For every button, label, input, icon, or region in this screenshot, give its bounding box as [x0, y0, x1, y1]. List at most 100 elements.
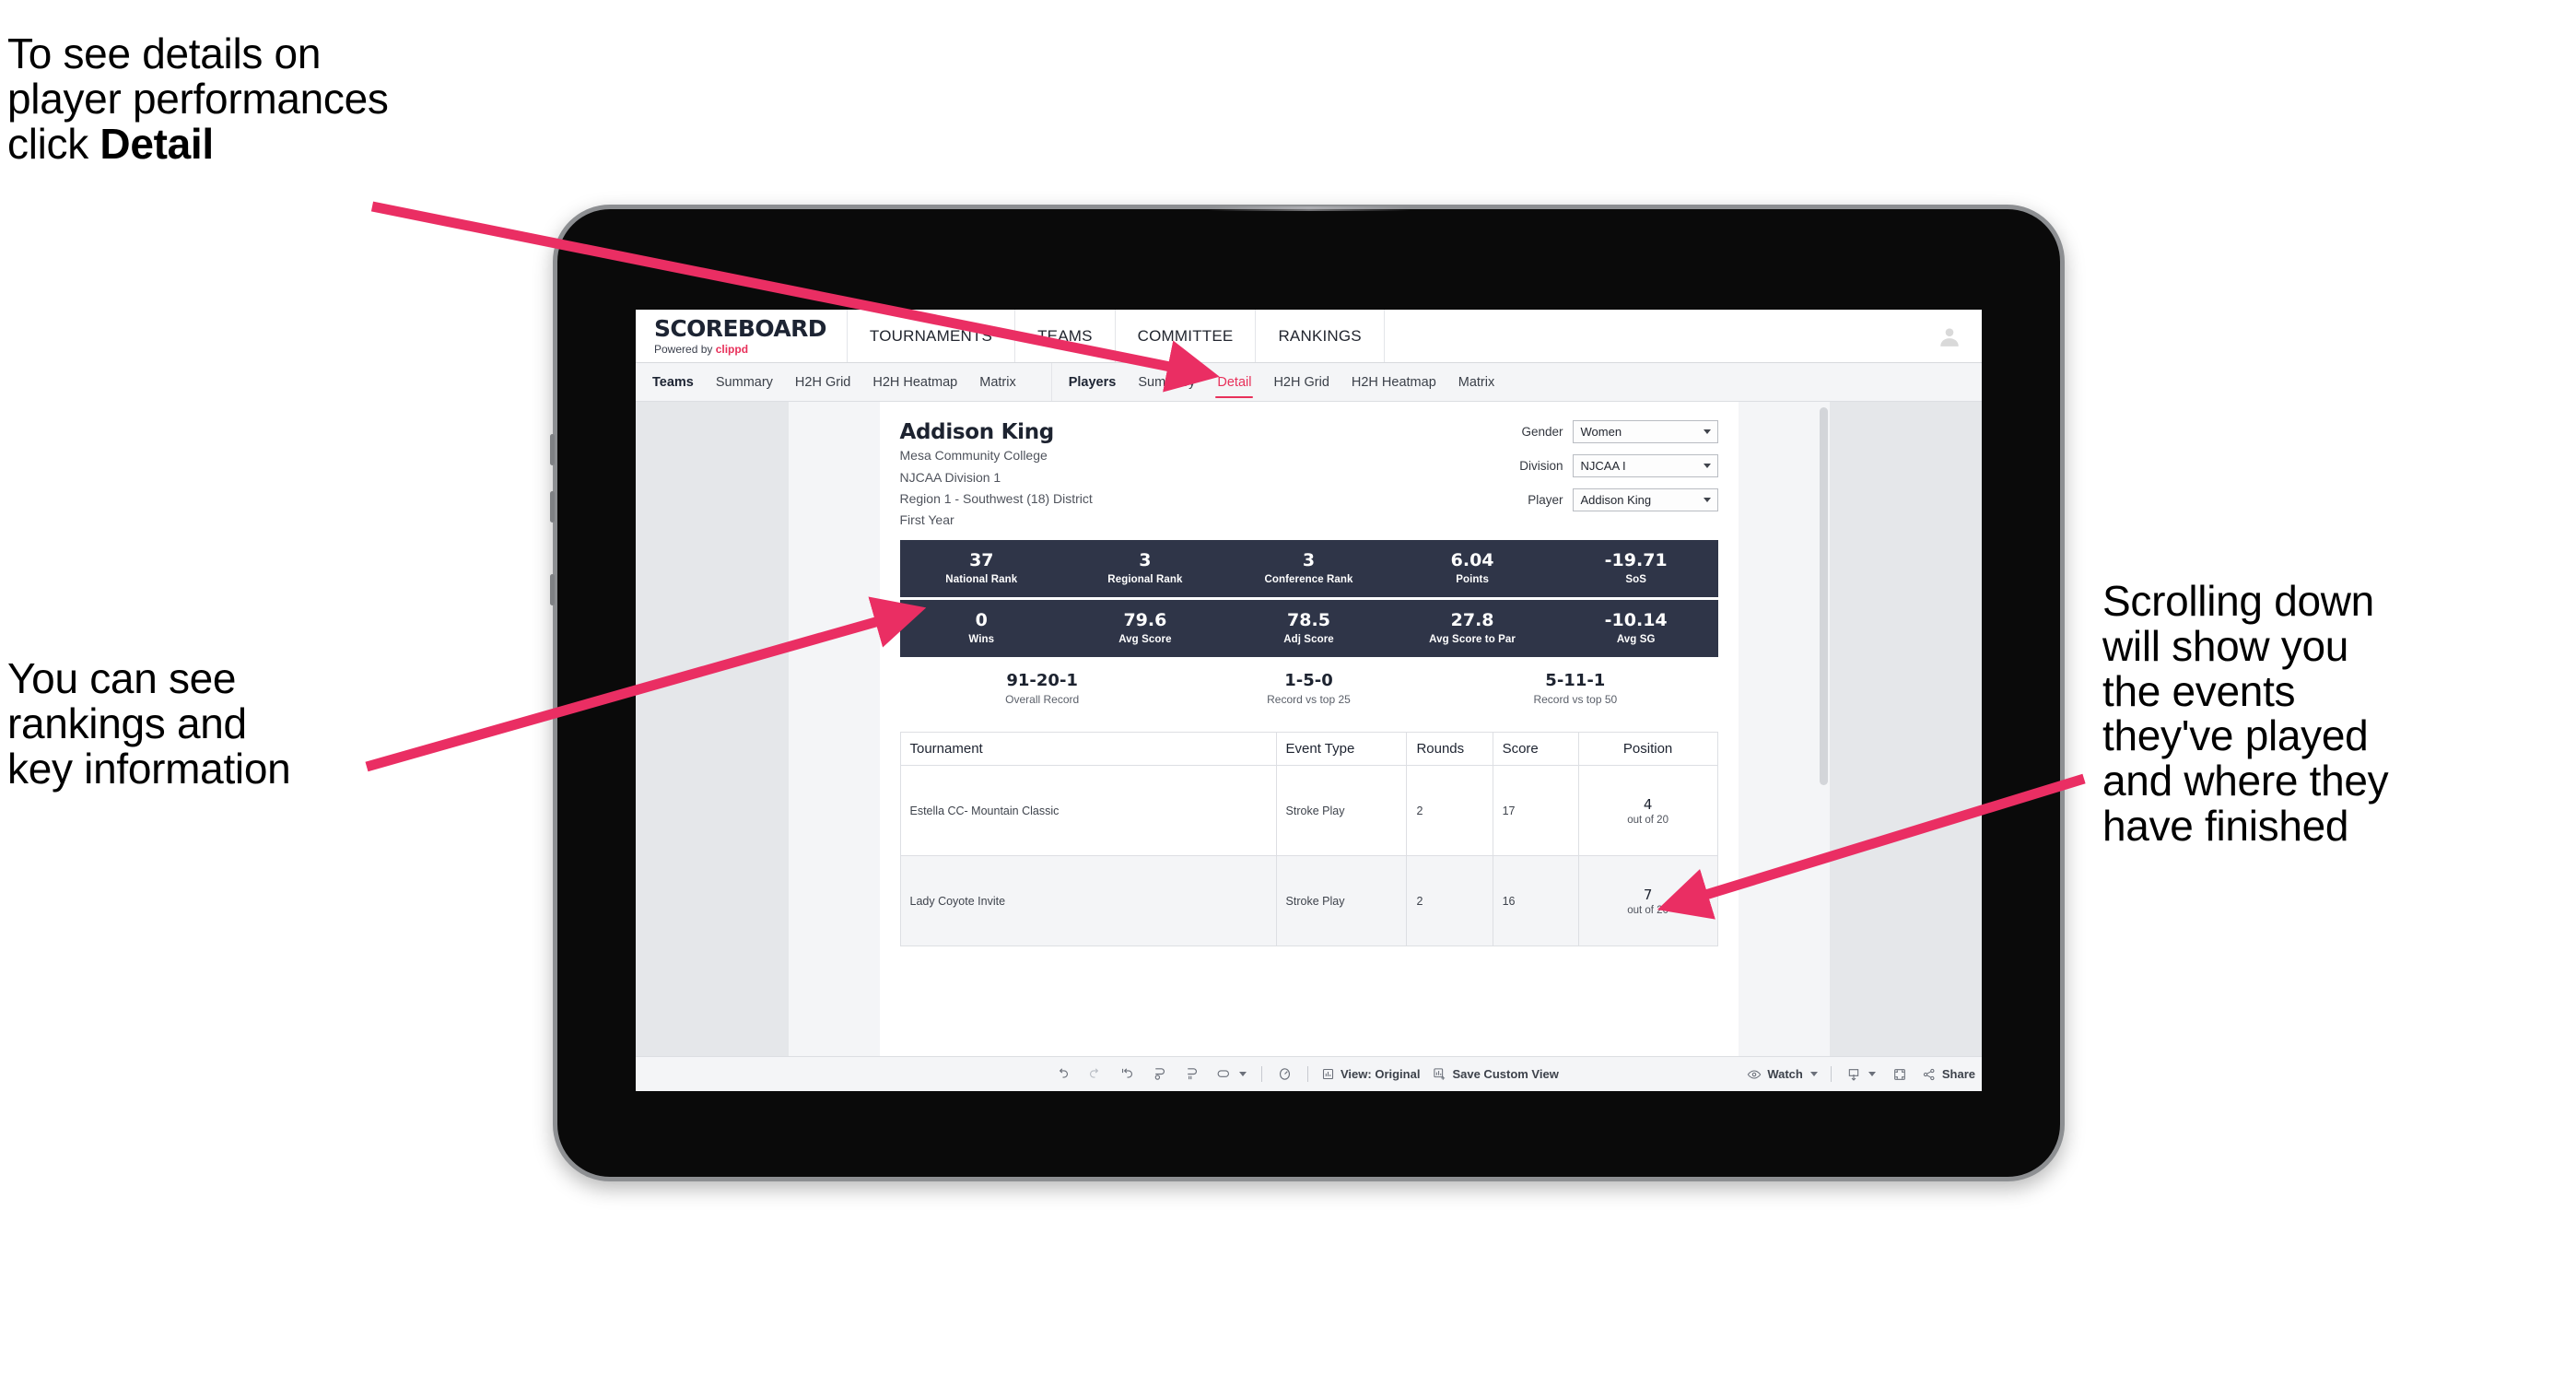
view-icon: [1322, 1068, 1334, 1080]
app-top-nav: SCOREBOARD Powered by clippd TOURNAMENTS…: [636, 310, 1982, 363]
column-header-tournament[interactable]: Tournament: [899, 732, 1277, 767]
stat-points: 6.04 Points: [1390, 551, 1554, 585]
tab-teams-h2h-heatmap[interactable]: H2H Heatmap: [861, 363, 968, 401]
nav-item-tournaments[interactable]: TOURNAMENTS: [848, 310, 1016, 362]
eye-icon: [1748, 1069, 1762, 1079]
tab-teams-matrix[interactable]: Matrix: [968, 363, 1026, 401]
tab-teams-summary[interactable]: Summary: [705, 363, 784, 401]
column-header-score[interactable]: Score: [1492, 732, 1579, 767]
vertical-scrollbar[interactable]: [1819, 407, 1828, 785]
position-out-of: out of 20: [1627, 814, 1669, 826]
clear-dropdown-button[interactable]: [1208, 1068, 1255, 1080]
player-region: Region 1 - Southwest (18) District: [899, 490, 1093, 506]
gender-select[interactable]: Women: [1572, 420, 1718, 443]
cell-event-type: Stroke Play: [1275, 765, 1408, 857]
player-school: Mesa Community College: [899, 448, 1048, 464]
pause-button[interactable]: [1176, 1066, 1208, 1082]
dashboard-bottom-toolbar: View: Original Save Custom View Watch Sh…: [636, 1056, 1982, 1091]
annotation-detail-tab: To see details on player performances cl…: [7, 31, 597, 166]
position-value: 4: [1643, 795, 1653, 813]
division-select[interactable]: NJCAA I: [1572, 454, 1718, 477]
record-label: Overall Record: [1005, 693, 1080, 707]
stat-label: Adj Score: [1283, 633, 1334, 645]
table-row[interactable]: Lady Coyote Invite Stroke Play 2 16 7 ou…: [899, 855, 1718, 947]
player-select[interactable]: Addison King: [1572, 488, 1718, 511]
revert-button[interactable]: [1111, 1066, 1143, 1082]
cell-position: 4 out of 20: [1577, 765, 1718, 857]
watch-button[interactable]: Watch: [1740, 1067, 1824, 1082]
clippd-name: clippd: [715, 343, 749, 356]
nav-item-rankings[interactable]: RANKINGS: [1256, 310, 1385, 362]
tab-players-detail[interactable]: Detail: [1206, 363, 1262, 401]
record-label: Record vs top 50: [1533, 693, 1618, 707]
annotation-rankings: You can see rankings and key information: [7, 654, 291, 793]
save-custom-view-button[interactable]: Save Custom View: [1426, 1067, 1564, 1081]
device-side-button: [550, 434, 555, 465]
brand-logo[interactable]: SCOREBOARD Powered by clippd: [636, 310, 848, 362]
toolbar-divider: [1830, 1066, 1832, 1082]
tab-group-teams: Teams Summary H2H Grid H2H Heatmap Matri…: [636, 363, 1027, 401]
chevron-down-icon: [1868, 1072, 1876, 1076]
records-row: 91-20-1 Overall Record 1-5-0 Record vs t…: [900, 671, 1718, 720]
stat-label: Avg SG: [1616, 633, 1656, 645]
tab-players-matrix[interactable]: Matrix: [1447, 363, 1505, 401]
device-side-button: [550, 491, 555, 523]
watch-label: Watch: [1767, 1067, 1803, 1081]
view-original-button[interactable]: View: Original: [1315, 1067, 1426, 1081]
position-out-of: out of 20: [1627, 904, 1669, 916]
filter-gender: Gender Women: [1499, 420, 1718, 443]
stat-avg-sg: -10.14 Avg SG: [1554, 611, 1718, 645]
column-header-event-type[interactable]: Event Type: [1275, 732, 1408, 767]
stat-value: 6.04: [1450, 550, 1494, 571]
pause-updates-icon: [1279, 1068, 1291, 1080]
cell-tournament: Lady Coyote Invite: [899, 855, 1277, 947]
stat-label: Conference Rank: [1264, 573, 1353, 585]
filter-player: Player Addison King: [1499, 488, 1718, 511]
chevron-down-icon: [1703, 464, 1711, 468]
events-table: Tournament Event Type Rounds Score Posit…: [899, 732, 1718, 947]
nav-item-teams[interactable]: TEAMS: [1015, 310, 1116, 362]
pause-autoupdate-button[interactable]: [1269, 1066, 1301, 1082]
download-icon: [1848, 1068, 1859, 1081]
gender-select-value: Women: [1580, 425, 1622, 439]
user-avatar-icon[interactable]: [1938, 324, 1961, 348]
tab-players-h2h-grid[interactable]: H2H Grid: [1262, 363, 1340, 401]
tab-players-h2h-heatmap[interactable]: H2H Heatmap: [1341, 363, 1447, 401]
chevron-down-icon: [1809, 1072, 1818, 1076]
tab-players-summary[interactable]: Summary: [1127, 363, 1206, 401]
filter-label-gender: Gender: [1521, 425, 1563, 439]
stat-value: 3: [1302, 550, 1316, 571]
tab-group-label-teams: Teams: [652, 374, 694, 390]
redo-button[interactable]: [1079, 1066, 1111, 1082]
tab-group-label-players: Players: [1068, 374, 1117, 390]
nav-spacer: [1385, 310, 1982, 362]
stat-label: Wins: [968, 633, 995, 645]
save-view-icon: [1434, 1068, 1446, 1080]
share-button[interactable]: Share: [1915, 1067, 1982, 1082]
stat-national-rank: 37 National Rank: [900, 551, 1064, 585]
refresh-button[interactable]: [1143, 1066, 1176, 1082]
brand-title: SCOREBOARD: [654, 315, 827, 342]
player-identity: Addison King Mesa Community College NJCA…: [900, 418, 1093, 531]
dashboard-workspace: Addison King Mesa Community College NJCA…: [636, 402, 1982, 1091]
tablet-screen: SCOREBOARD Powered by clippd TOURNAMENTS…: [636, 310, 1982, 1091]
column-header-position[interactable]: Position: [1577, 732, 1718, 767]
stat-avg-score-to-par: 27.8 Avg Score to Par: [1390, 611, 1554, 645]
share-label: Share: [1941, 1067, 1975, 1081]
undo-button[interactable]: [1047, 1066, 1079, 1082]
table-row[interactable]: Estella CC- Mountain Classic Stroke Play…: [899, 765, 1718, 857]
redo-icon: [1089, 1068, 1099, 1078]
tab-teams-h2h-grid[interactable]: H2H Grid: [784, 363, 861, 401]
column-header-rounds[interactable]: Rounds: [1406, 732, 1493, 767]
filter-label-division: Division: [1519, 459, 1563, 473]
fullscreen-button[interactable]: [1884, 1067, 1915, 1082]
position-value: 7: [1643, 886, 1653, 903]
powered-by-text: Powered by: [654, 343, 716, 356]
stat-value: -19.71: [1604, 550, 1668, 571]
nav-item-committee[interactable]: COMMITTEE: [1116, 310, 1257, 362]
save-custom-view-label: Save Custom View: [1452, 1067, 1559, 1081]
toolbar-divider: [1307, 1066, 1308, 1082]
cell-rounds: 2: [1406, 855, 1493, 947]
player-name: Addison King: [899, 420, 1055, 444]
download-button[interactable]: [1838, 1067, 1884, 1082]
